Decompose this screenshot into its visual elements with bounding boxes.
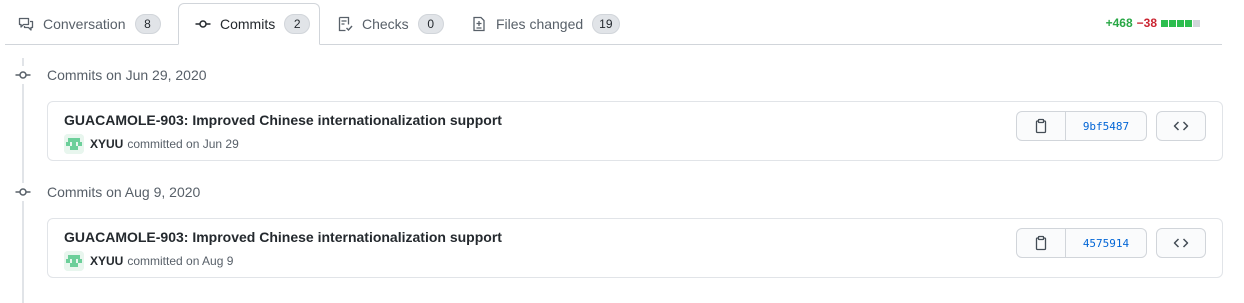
- timeline-line: [22, 58, 24, 303]
- avatar[interactable]: [64, 134, 84, 154]
- commit-sha-link[interactable]: 4575914: [1066, 228, 1147, 258]
- commit-group-date: Commits on Aug 9, 2020: [47, 184, 201, 200]
- git-commit-icon: [14, 66, 32, 84]
- commit-group-date: Commits on Jun 29, 2020: [47, 67, 207, 83]
- diffstat-block-added: [1169, 19, 1176, 27]
- diffstat-block-added: [1177, 19, 1184, 27]
- commit-sha-link[interactable]: 9bf5487: [1066, 111, 1147, 141]
- code-icon: [1173, 238, 1189, 248]
- tab-conversation-label: Conversation: [43, 15, 126, 32]
- copy-sha-button[interactable]: [1016, 228, 1066, 258]
- commit-message-link[interactable]: GUACAMOLE-903: Improved Chinese internat…: [64, 112, 502, 128]
- avatar[interactable]: [64, 251, 84, 271]
- tab-files-changed-counter: 19: [592, 13, 620, 34]
- tab-checks[interactable]: Checks 0: [337, 4, 444, 43]
- commit-actions: 4575914: [1016, 228, 1206, 258]
- diffstat-block-neutral: [1193, 19, 1200, 27]
- tab-commits-label: Commits: [220, 16, 276, 32]
- tab-conversation-counter: 8: [134, 13, 161, 34]
- commit-actions: 9bf5487: [1016, 111, 1206, 141]
- diffstat-block-added: [1185, 19, 1192, 27]
- commit-item: GUACAMOLE-903: Improved Chinese internat…: [47, 101, 1223, 161]
- clipboard-icon: [1035, 235, 1047, 251]
- file-diff-icon: [471, 16, 487, 32]
- diffstat-deletions: −38: [1136, 16, 1157, 30]
- commit-meta: XYUU committed on Aug 9: [64, 251, 233, 271]
- commit-item: GUACAMOLE-903: Improved Chinese internat…: [47, 218, 1223, 278]
- comment-discussion-icon: [18, 16, 34, 32]
- browse-repository-button[interactable]: [1156, 228, 1206, 258]
- diffstat-additions: +468: [1105, 16, 1133, 30]
- tab-checks-label: Checks: [362, 15, 409, 32]
- commit-author-link[interactable]: XYUU: [90, 137, 123, 151]
- git-commit-icon: [195, 16, 211, 32]
- tab-commits[interactable]: Commits 2: [178, 3, 320, 45]
- code-icon: [1173, 121, 1189, 131]
- browse-repository-button[interactable]: [1156, 111, 1206, 141]
- commit-message-link[interactable]: GUACAMOLE-903: Improved Chinese internat…: [64, 229, 502, 245]
- git-commit-icon: [14, 183, 32, 201]
- checklist-icon: [337, 16, 353, 32]
- commit-date-text: committed on Jun 29: [127, 137, 239, 151]
- diffstat: +468 −38: [1106, 16, 1200, 30]
- commit-meta: XYUU committed on Jun 29: [64, 134, 239, 154]
- tab-files-changed-label: Files changed: [496, 15, 584, 32]
- tab-commits-counter: 2: [284, 14, 311, 34]
- tab-checks-counter: 0: [417, 13, 444, 34]
- commit-date-text: committed on Aug 9: [127, 254, 234, 268]
- diffstat-blocks: [1160, 19, 1200, 27]
- clipboard-icon: [1035, 118, 1047, 134]
- diffstat-block-added: [1161, 19, 1168, 27]
- tab-files-changed[interactable]: Files changed 19: [471, 4, 620, 43]
- copy-sha-button[interactable]: [1016, 111, 1066, 141]
- tab-conversation[interactable]: Conversation 8: [18, 4, 161, 43]
- pr-tab-bar: Conversation 8 Commits 2 Checks 0 Files …: [5, 0, 1222, 45]
- commit-author-link[interactable]: XYUU: [90, 254, 123, 268]
